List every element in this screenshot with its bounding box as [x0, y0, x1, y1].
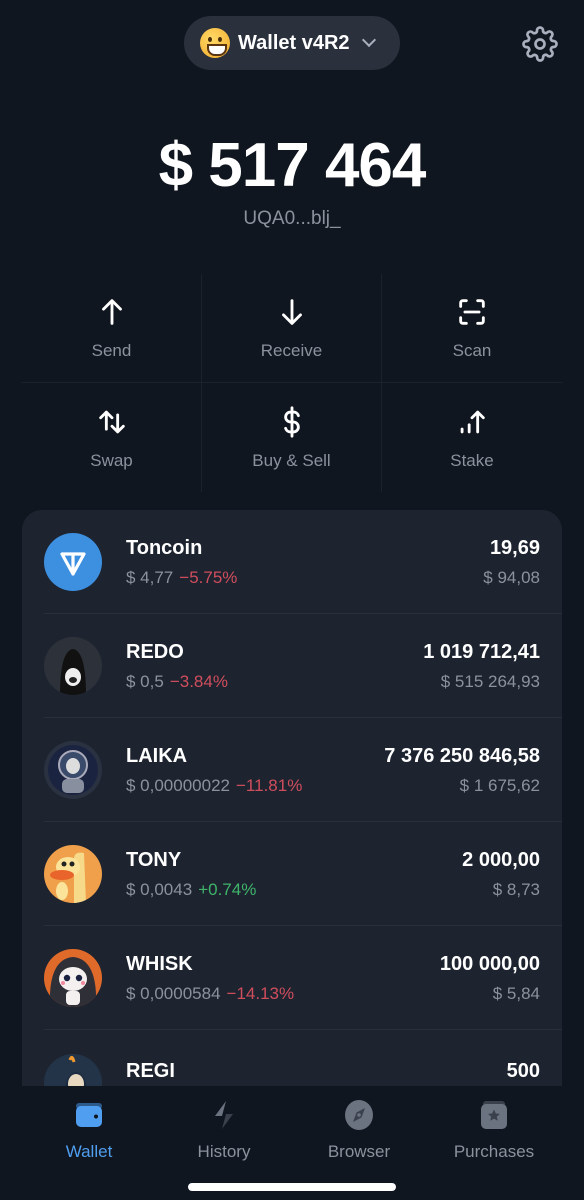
receive-button[interactable]: Receive — [202, 274, 382, 383]
dollar-icon — [283, 405, 300, 438]
token-usd-value: $ 515 264,93 — [440, 671, 540, 691]
token-amount: 100 000,00 — [439, 952, 540, 975]
arrow-up-icon — [101, 299, 122, 325]
token-change: −3.84% — [169, 671, 228, 691]
token-amount: 19,69 — [489, 536, 540, 559]
total-balance: $ 517 464 — [158, 131, 427, 200]
header: Wallet v4R2 — [0, 16, 584, 72]
gear-icon[interactable] — [522, 26, 558, 62]
token-price: $ 0,00000022 — [126, 775, 230, 795]
token-change: −14.13% — [226, 983, 295, 1003]
token-name: Toncoin — [126, 536, 203, 559]
toncoin-icon — [44, 533, 102, 591]
home-indicator — [188, 1183, 396, 1191]
swap-button[interactable]: Swap — [22, 383, 202, 492]
token-change: −11.81% — [236, 775, 303, 795]
swap-icon — [98, 410, 125, 433]
token-price: $ 0,5 — [126, 671, 164, 691]
buy-sell-label: Buy & Sell — [252, 450, 331, 470]
tab-browser[interactable]: Browser — [299, 1098, 419, 1162]
receive-label: Receive — [260, 341, 323, 360]
token-row-toncoin[interactable]: Toncoin $ 4,77 −5.75% 19,69 $ 94,08 — [22, 510, 562, 614]
compass-icon — [345, 1100, 373, 1130]
laika-avatar-icon — [44, 741, 102, 799]
token-usd-value: $ 94,08 — [483, 567, 540, 587]
arrow-down-icon — [281, 299, 302, 325]
token-name: REDO — [126, 640, 184, 663]
scan-label: Scan — [452, 341, 492, 360]
chevron-down-icon — [361, 32, 376, 48]
wallet-selector[interactable]: Wallet v4R2 — [184, 16, 400, 70]
token-usd-value: $ 1 675,62 — [459, 775, 540, 795]
tab-wallet[interactable]: Wallet — [29, 1098, 149, 1162]
whisk-avatar-icon — [44, 949, 102, 1007]
purchases-icon — [481, 1101, 507, 1129]
lightning-icon — [215, 1101, 233, 1129]
token-name: TONY — [126, 848, 182, 871]
wallet-icon — [76, 1103, 102, 1127]
grinning-face-icon — [200, 28, 230, 58]
stake-label: Stake — [450, 450, 494, 470]
token-row-redo[interactable]: REDO $ 0,5 −3.84% 1 019 712,41 $ 515 264,… — [22, 614, 562, 718]
token-price: $ 0,0000584 — [126, 983, 221, 1003]
token-name: REGI — [126, 1060, 175, 1082]
wallet-name: Wallet v4R2 — [238, 31, 350, 54]
token-row-whisk[interactable]: WHISK $ 0,0000584 −14.13% 100 000,00 $ 5,… — [22, 926, 562, 1030]
tab-history-label: History — [197, 1142, 251, 1161]
tony-avatar-icon — [44, 845, 102, 903]
buy-sell-button[interactable]: Buy & Sell — [202, 383, 382, 492]
swap-label: Swap — [90, 450, 133, 470]
token-row-laika[interactable]: LAIKA $ 0,00000022 −11.81% 7 376 250 846,… — [22, 718, 562, 822]
token-amount: 2 000,00 — [462, 848, 540, 871]
tab-wallet-label: Wallet — [65, 1142, 113, 1161]
actions-grid: Send Receive Scan Swap Buy & Sell Stake — [22, 274, 562, 492]
redo-avatar-icon — [44, 637, 102, 695]
stake-icon — [460, 410, 485, 433]
tab-browser-label: Browser — [327, 1142, 391, 1161]
token-change: +0.74% — [198, 879, 257, 899]
token-usd-value: $ 5,84 — [492, 983, 540, 1003]
scan-icon — [459, 299, 485, 325]
tab-history[interactable]: History — [164, 1098, 284, 1162]
token-name: LAIKA — [126, 744, 188, 767]
token-row-tony[interactable]: TONY $ 0,0043 +0.74% 2 000,00 $ 8,73 — [22, 822, 562, 926]
token-name: WHISK — [126, 952, 193, 975]
token-list: Toncoin $ 4,77 −5.75% 19,69 $ 94,08 REDO … — [22, 510, 562, 1110]
send-label: Send — [91, 341, 132, 360]
token-amount: 1 019 712,41 — [423, 640, 540, 663]
tab-purchases-label: Purchases — [453, 1142, 535, 1161]
token-usd-value: $ 8,73 — [492, 879, 540, 899]
token-price: $ 4,77 — [126, 567, 174, 587]
token-amount: 7 376 250 846,58 — [384, 744, 540, 767]
scan-button[interactable]: Scan — [382, 274, 562, 383]
token-change: −5.75% — [179, 567, 238, 587]
token-amount: 500 — [506, 1060, 540, 1082]
send-button[interactable]: Send — [22, 274, 202, 383]
token-price: $ 0,0043 — [126, 879, 193, 899]
tab-purchases[interactable]: Purchases — [434, 1098, 554, 1162]
wallet-address[interactable]: UQA0...blj_ — [0, 208, 584, 230]
stake-button[interactable]: Stake — [382, 383, 562, 492]
